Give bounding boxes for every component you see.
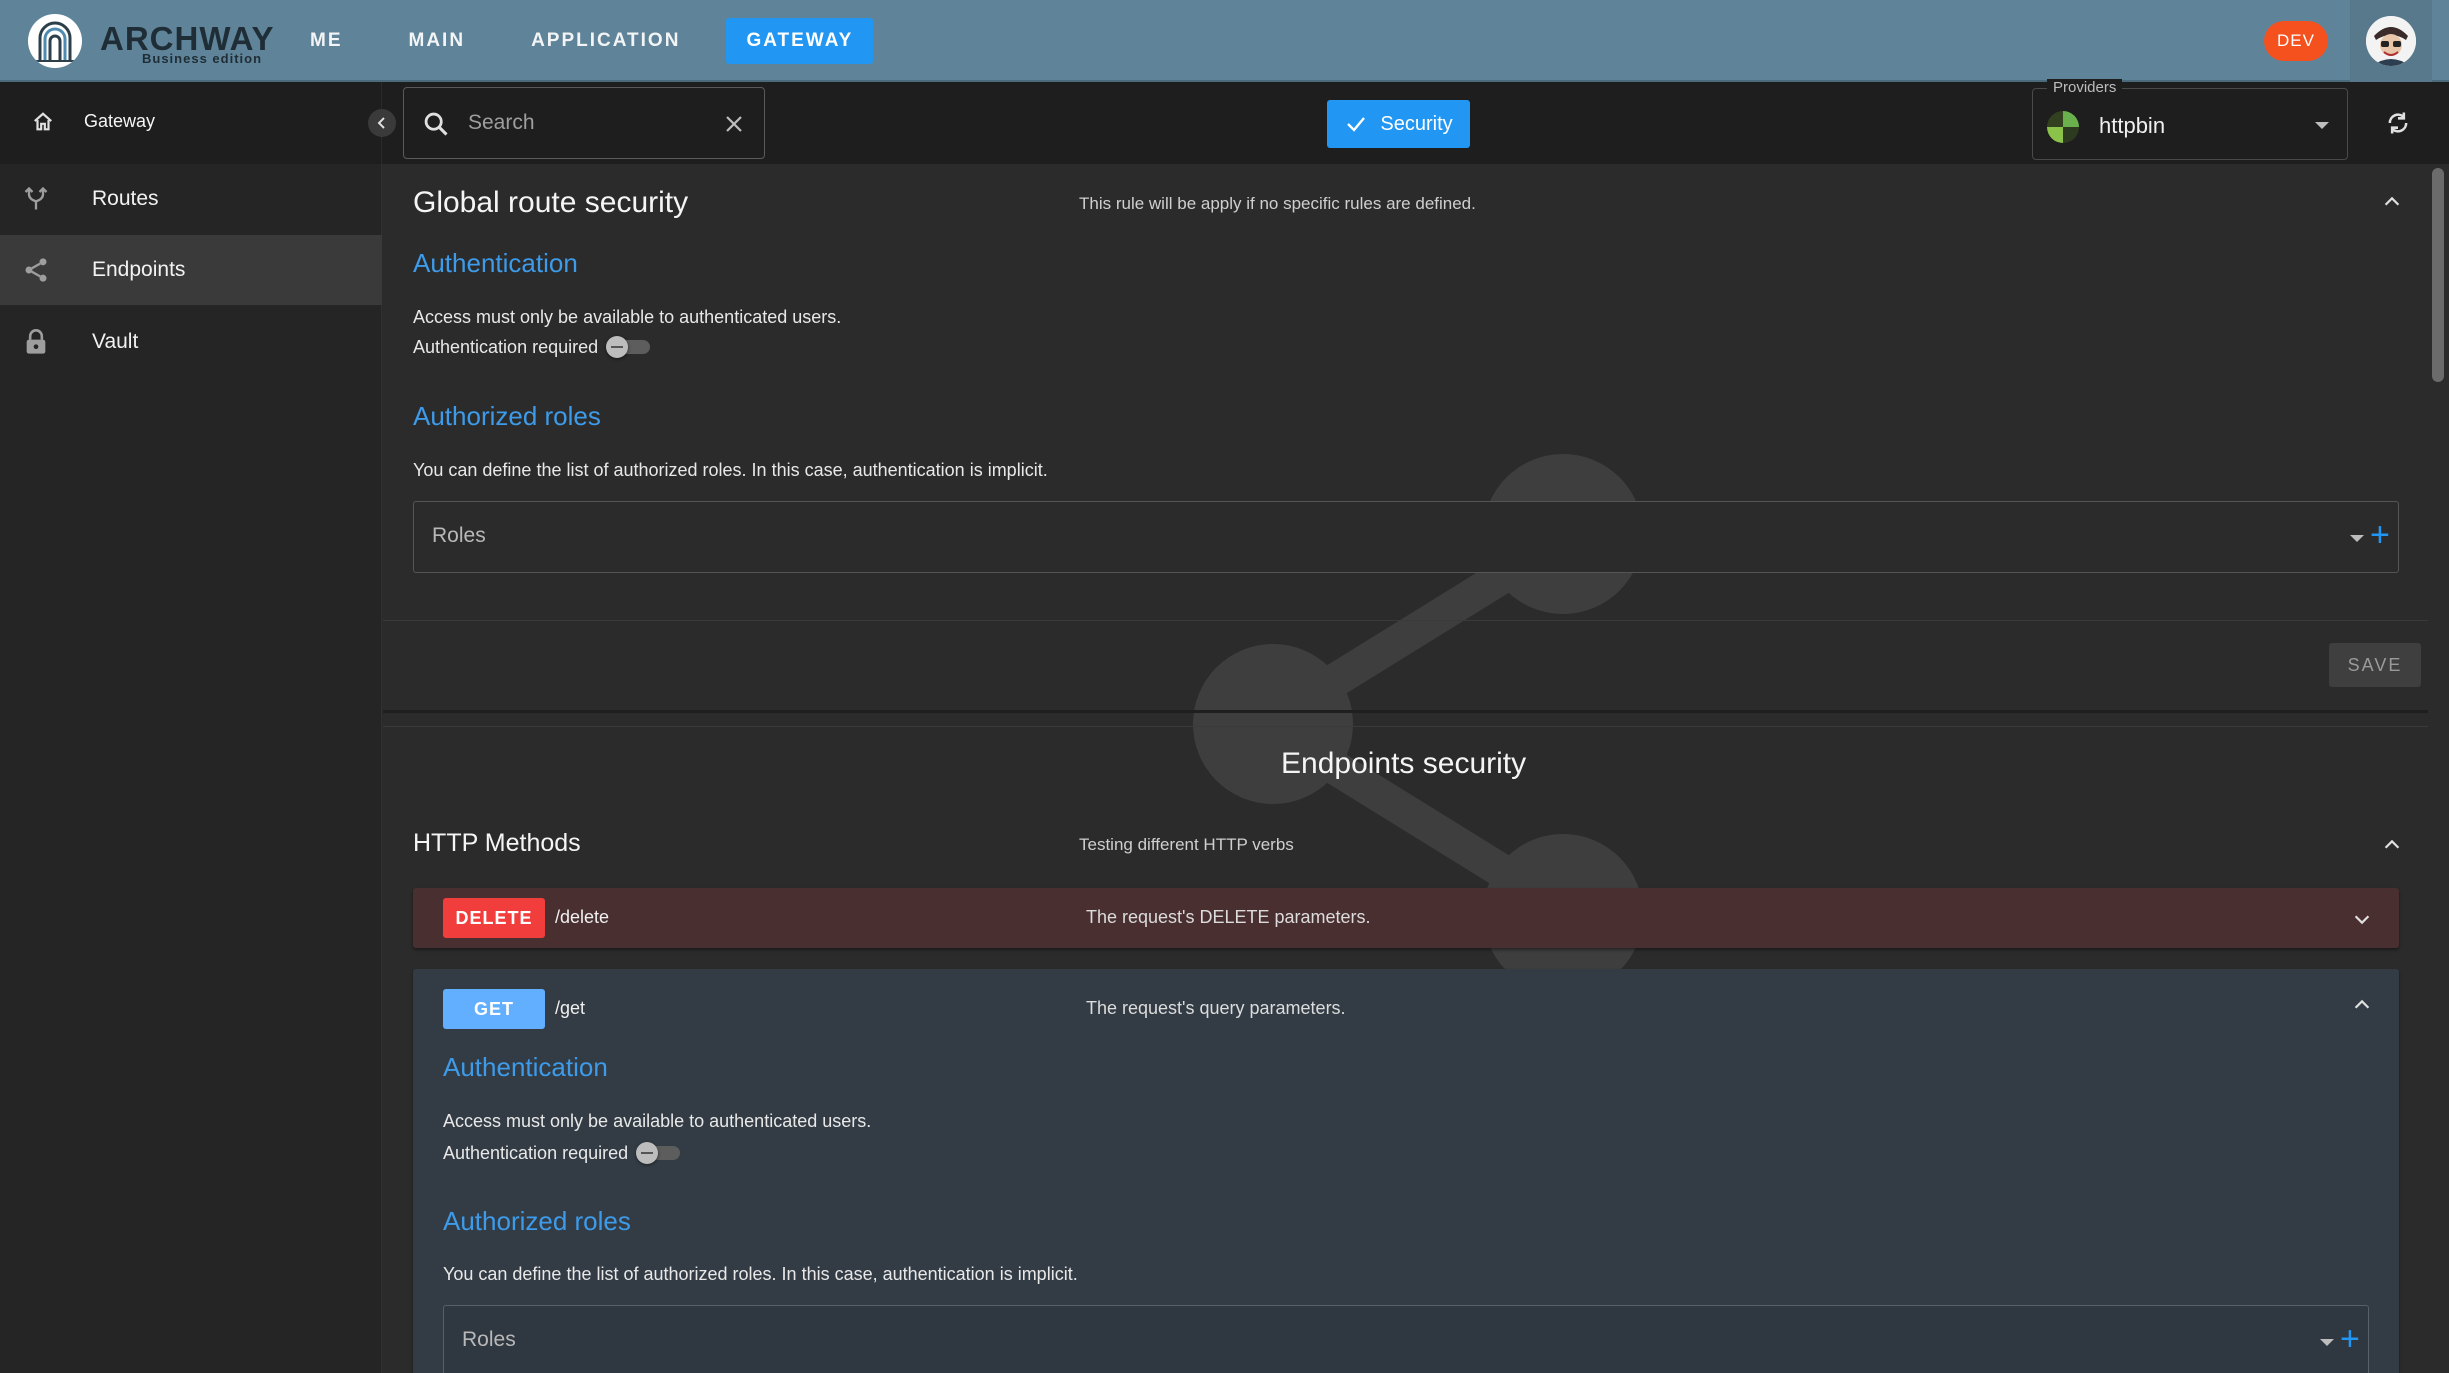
roles-field-label: Roles bbox=[462, 1328, 516, 1351]
app-logo[interactable]: ARCHWAY Business edition bbox=[28, 14, 273, 68]
authorized-roles-heading: Authorized roles bbox=[413, 401, 601, 431]
sidebar-item-label: Vault bbox=[92, 330, 139, 353]
environment-badge[interactable]: DEV bbox=[2264, 21, 2328, 61]
sidebar-item-vault[interactable]: Vault bbox=[0, 307, 382, 377]
auth-required-toggle[interactable] bbox=[606, 336, 652, 358]
collapse-group-icon[interactable] bbox=[2381, 834, 2403, 856]
archway-logo-icon bbox=[28, 14, 82, 68]
app-edition: Business edition bbox=[142, 51, 263, 66]
security-button-label: Security bbox=[1380, 112, 1453, 135]
method-description: The request's DELETE parameters. bbox=[1086, 907, 1371, 927]
divider bbox=[383, 710, 2428, 713]
providers-label: Providers bbox=[2047, 79, 2123, 96]
collapse-global-icon[interactable] bbox=[2381, 191, 2403, 213]
auth-required-label: Authentication required bbox=[413, 336, 599, 357]
sidebar-item-label: Endpoints bbox=[92, 258, 186, 281]
add-role-icon[interactable]: + bbox=[2370, 518, 2390, 552]
refresh-icon bbox=[2388, 112, 2408, 134]
auth-required-label: Authentication required bbox=[443, 1142, 629, 1163]
expand-icon[interactable] bbox=[2351, 908, 2373, 930]
search-field[interactable] bbox=[403, 87, 765, 159]
sidebar-item-routes[interactable]: Routes bbox=[0, 164, 382, 234]
search-input[interactable] bbox=[468, 106, 708, 140]
method-group-title: HTTP Methods bbox=[413, 829, 581, 857]
authorized-roles-text: You can define the list of authorized ro… bbox=[443, 1264, 1078, 1284]
scrollbar-thumb[interactable] bbox=[2432, 168, 2444, 382]
nav-me[interactable]: ME bbox=[290, 18, 363, 64]
auth-required-toggle[interactable] bbox=[636, 1142, 682, 1164]
divider bbox=[383, 620, 2428, 621]
top-nav: ME MAIN APPLICATION GATEWAY bbox=[290, 18, 874, 64]
main-content: Global route security This rule will be … bbox=[383, 164, 2428, 1373]
security-button[interactable]: Security bbox=[1327, 100, 1470, 148]
authorized-roles-heading: Authorized roles bbox=[443, 1206, 631, 1236]
roles-select[interactable]: Roles + bbox=[413, 501, 2399, 573]
sidebar-item-label: Routes bbox=[92, 187, 159, 210]
authentication-heading: Authentication bbox=[443, 1052, 608, 1082]
lock-icon bbox=[26, 329, 46, 354]
search-icon bbox=[424, 112, 448, 136]
home-icon bbox=[34, 112, 52, 131]
fork-icon bbox=[24, 186, 48, 210]
provider-value: httpbin bbox=[2099, 113, 2166, 138]
chevron-left-icon bbox=[377, 117, 385, 129]
dropdown-caret-icon bbox=[2315, 122, 2329, 129]
app-bar: ARCHWAY Business edition ME MAIN APPLICA… bbox=[0, 0, 2449, 82]
providers-select[interactable]: Providers httpbin bbox=[2032, 79, 2348, 160]
method-path: /get bbox=[555, 998, 586, 1018]
authentication-text: Access must only be available to authent… bbox=[443, 1111, 872, 1131]
scrollbar[interactable] bbox=[2428, 164, 2449, 1373]
auth-required-row: Authentication required bbox=[443, 1142, 682, 1164]
share-icon bbox=[25, 258, 47, 282]
authorized-roles-text: You can define the list of authorized ro… bbox=[413, 460, 1048, 480]
dropdown-caret-icon[interactable] bbox=[2350, 535, 2364, 542]
provider-logo-icon bbox=[2047, 111, 2079, 143]
roles-field-label: Roles bbox=[432, 524, 486, 547]
method-description: The request's query parameters. bbox=[1086, 998, 1346, 1018]
roles-select[interactable]: Roles + bbox=[443, 1305, 2369, 1373]
global-security-title: Global route security bbox=[413, 186, 689, 219]
authentication-heading: Authentication bbox=[413, 248, 578, 278]
method-group-hint: Testing different HTTP verbs bbox=[1079, 835, 1294, 854]
user-menu[interactable] bbox=[2350, 0, 2432, 82]
refresh-button[interactable] bbox=[2380, 105, 2416, 141]
divider bbox=[383, 726, 2428, 727]
sidebar-item-endpoints[interactable]: Endpoints bbox=[0, 235, 382, 305]
method-badge-delete: DELETE bbox=[443, 898, 545, 938]
authentication-text: Access must only be available to authent… bbox=[413, 307, 842, 327]
method-panel-delete[interactable]: DELETE /delete The request's DELETE para… bbox=[413, 888, 2399, 948]
endpoints-security-title: Endpoints security bbox=[1281, 747, 1527, 780]
nav-gateway[interactable]: GATEWAY bbox=[726, 18, 874, 64]
method-panel-get: GET /get The request's query parameters.… bbox=[413, 969, 2399, 1373]
save-button[interactable]: SAVE bbox=[2329, 643, 2421, 687]
auth-required-row: Authentication required bbox=[413, 336, 652, 358]
sidebar: Routes Endpoints Vault bbox=[0, 164, 382, 1373]
sidebar-title: Gateway bbox=[84, 111, 156, 131]
collapse-sidebar-button[interactable] bbox=[368, 109, 396, 137]
page-toolbar: Gateway Security Providers httpbin bbox=[0, 79, 2449, 164]
clear-search-icon[interactable] bbox=[722, 112, 746, 136]
avatar bbox=[2366, 16, 2416, 66]
collapse-icon[interactable] bbox=[2351, 994, 2373, 1016]
check-icon bbox=[1347, 117, 1366, 132]
nav-application[interactable]: APPLICATION bbox=[511, 18, 700, 64]
global-security-hint: This rule will be apply if no specific r… bbox=[1079, 194, 1476, 213]
sidebar-header: Gateway bbox=[0, 82, 382, 164]
method-path: /delete bbox=[555, 907, 610, 927]
add-role-icon[interactable]: + bbox=[2340, 1322, 2360, 1356]
dropdown-caret-icon[interactable] bbox=[2320, 1339, 2334, 1346]
method-badge-get: GET bbox=[443, 989, 545, 1029]
nav-main[interactable]: MAIN bbox=[389, 18, 486, 64]
